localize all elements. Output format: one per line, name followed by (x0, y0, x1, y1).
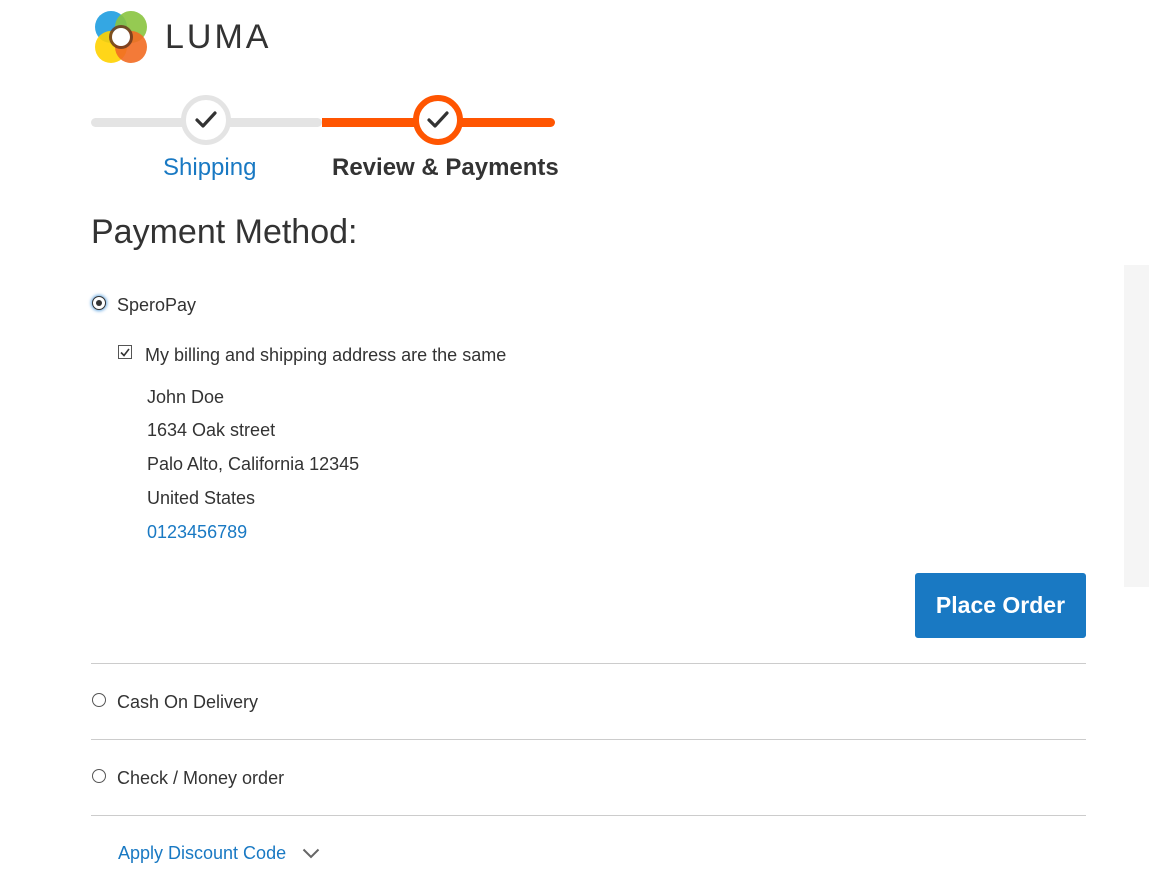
checkmark-icon (427, 111, 449, 128)
payment-method-title: Payment Method: (91, 213, 358, 251)
address-city: Palo Alto, California 12345 (147, 454, 360, 474)
step-shipping-circle[interactable] (181, 95, 231, 145)
step-review-label: Review & Payments (332, 154, 559, 181)
address-phone-link[interactable]: 0123456789 (147, 521, 247, 543)
order-summary-panel-edge (1124, 265, 1149, 587)
divider (91, 663, 1086, 664)
address-street: 1634 Oak street (147, 420, 276, 440)
cash-on-delivery-label[interactable]: Cash On Delivery (117, 691, 258, 713)
brand-name: LUMA (165, 18, 272, 56)
speropay-label[interactable]: SperoPay (117, 294, 196, 316)
checkmark-icon (195, 111, 217, 128)
cash-on-delivery-radio[interactable] (92, 693, 106, 707)
speropay-radio[interactable] (92, 296, 106, 310)
place-order-button[interactable]: Place Order (915, 573, 1086, 638)
address-name: John Doe (147, 387, 225, 407)
divider (91, 739, 1086, 740)
luma-logo-icon (95, 11, 147, 63)
check-money-order-label[interactable]: Check / Money order (117, 767, 284, 789)
divider (91, 815, 1086, 816)
same-address-checkbox[interactable] (118, 345, 132, 359)
apply-discount-toggle[interactable]: Apply Discount Code (118, 842, 320, 864)
apply-discount-label[interactable]: Apply Discount Code (118, 842, 286, 864)
luma-logo[interactable]: LUMA (93, 9, 271, 65)
address-country: United States (147, 488, 256, 508)
step-shipping-link[interactable]: Shipping (163, 153, 256, 183)
check-money-order-radio[interactable] (92, 769, 106, 783)
checkout-progress-bar: Shipping Review & Payments (91, 95, 561, 185)
chevron-down-icon[interactable] (302, 848, 320, 859)
checkbox-check-icon (120, 348, 130, 357)
step-review-circle (413, 95, 463, 145)
same-address-label[interactable]: My billing and shipping address are the … (145, 344, 506, 366)
